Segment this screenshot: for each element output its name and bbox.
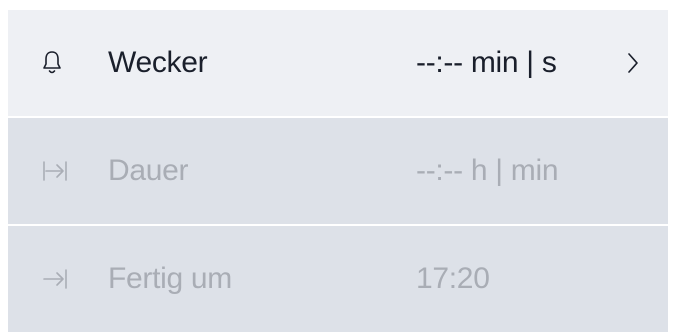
dauer-label: Dauer [108, 154, 189, 187]
row-wecker[interactable]: Wecker --:-- min | s [8, 10, 668, 116]
row-fertig-um[interactable]: Fertig um 17:20 [8, 226, 668, 332]
chevron-right-icon[interactable] [626, 52, 640, 74]
fertig-um-label: Fertig um [108, 262, 232, 295]
finish-time-icon [42, 266, 68, 292]
row-dauer[interactable]: Dauer --:-- h | min [8, 118, 668, 224]
timer-settings-panel: Wecker --:-- min | s Dauer --:-- h | min [8, 10, 668, 334]
duration-icon [42, 158, 68, 184]
dauer-value: --:-- h | min [416, 154, 559, 187]
bell-icon [42, 50, 62, 76]
fertig-um-value: 17:20 [416, 262, 490, 295]
wecker-label: Wecker [108, 46, 208, 79]
wecker-value: --:-- min | s [416, 46, 557, 79]
